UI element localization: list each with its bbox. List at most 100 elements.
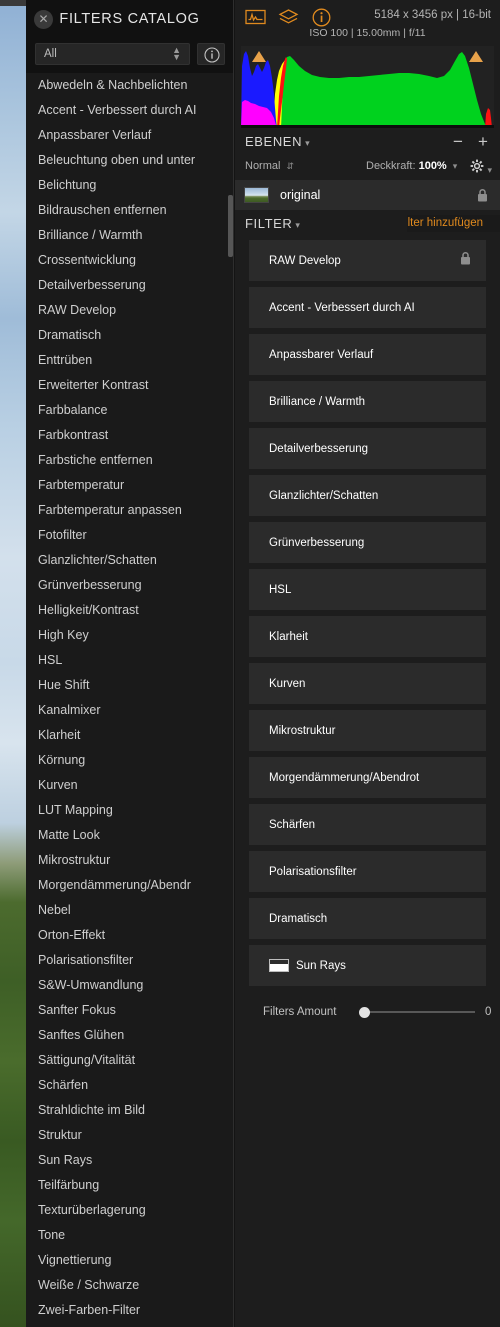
category-select-value: All [44, 48, 57, 60]
catalog-list-item[interactable]: Vignettierung [26, 1248, 234, 1273]
catalog-list-item[interactable]: Erweiterter Kontrast [26, 373, 234, 398]
applied-filters-list[interactable]: RAW Develop Accent - Verbessert durch AI A… [235, 240, 500, 986]
catalog-list-item[interactable]: Strahldichte im Bild [26, 1098, 234, 1123]
applied-filter-row[interactable]: Glanzlichter/Schatten [249, 475, 486, 516]
add-layer-button[interactable]: + [473, 132, 493, 151]
catalog-list-item[interactable]: Accent - Verbessert durch AI [26, 98, 234, 123]
layer-settings-button[interactable]: ▾ [470, 159, 492, 176]
applied-filter-row[interactable]: Polarisationsfilter [249, 851, 486, 892]
catalog-list-item[interactable]: Körnung [26, 748, 234, 773]
clip-warning-right-icon[interactable] [469, 51, 483, 62]
lock-icon[interactable] [476, 188, 489, 208]
filters-catalog-list[interactable]: Abwedeln & Nachbelichten Accent - Verbess… [26, 73, 234, 1327]
applied-filter-row[interactable]: Brilliance / Warmth [249, 381, 486, 422]
catalog-list-item[interactable]: Polarisationsfilter [26, 948, 234, 973]
applied-filter-row[interactable]: Schärfen [249, 804, 486, 845]
catalog-list-item[interactable]: Farbbalance [26, 398, 234, 423]
chevron-down-icon[interactable]: ▾ [295, 220, 300, 230]
catalog-list-item[interactable]: HSL [26, 648, 234, 673]
applied-filter-row[interactable]: Morgendämmerung/Abendrot [249, 757, 486, 798]
catalog-list-item[interactable]: Weiße / Schwarze [26, 1273, 234, 1298]
category-select[interactable]: All ▲ ▼ [35, 43, 190, 65]
catalog-list-item[interactable]: Detailverbesserung [26, 273, 234, 298]
catalog-list-item[interactable]: Orton-Effekt [26, 923, 234, 948]
filters-catalog-title: FILTERS CATALOG [59, 11, 200, 27]
clip-warning-left-icon[interactable] [252, 51, 266, 62]
applied-filter-row[interactable]: Sun Rays [249, 945, 486, 986]
add-filter-button[interactable]: Filter hinzufügen [407, 215, 500, 232]
catalog-list-item[interactable]: Sättigung/Vitalität [26, 1048, 234, 1073]
catalog-list-item[interactable]: LUT Mapping [26, 798, 234, 823]
catalog-list-item[interactable]: Crossentwicklung [26, 248, 234, 273]
catalog-list-item[interactable]: Tone [26, 1223, 234, 1248]
catalog-list-item[interactable]: Sanfter Fokus [26, 998, 234, 1023]
app-window: ✕ FILTERS CATALOG All ▲ ▼ Abwedeln & Nach… [0, 0, 500, 1327]
catalog-list-item[interactable]: Matte Look [26, 823, 234, 848]
applied-filter-row[interactable]: Mikrostruktur [249, 710, 486, 751]
opacity-control[interactable]: Deckkraft: 100% ▾ [366, 160, 457, 172]
catalog-list-item[interactable]: Klarheit [26, 723, 234, 748]
lock-icon[interactable] [459, 251, 472, 271]
catalog-list-item[interactable]: Anpassbarer Verlauf [26, 123, 234, 148]
catalog-list-item[interactable]: Beleuchtung oben und unter [26, 148, 234, 173]
histogram[interactable] [241, 46, 494, 128]
catalog-list-item[interactable]: Schärfen [26, 1073, 234, 1098]
catalog-list-item[interactable]: Texturüberlagerung [26, 1198, 234, 1223]
catalog-list-item[interactable]: Kanalmixer [26, 698, 234, 723]
chevron-down-icon[interactable]: ▾ [305, 138, 310, 148]
catalog-list-item[interactable]: Zwei-Farben-Filter [26, 1298, 234, 1323]
layer-row-original[interactable]: original [235, 180, 500, 210]
histogram-icon[interactable] [245, 7, 266, 28]
catalog-list-item[interactable]: Kurven [26, 773, 234, 798]
catalog-list-item[interactable]: High Key [26, 623, 234, 648]
catalog-list-item[interactable]: Enttrüben [26, 348, 234, 373]
layers-section-header: EBENEN ▾ − + [235, 128, 500, 156]
applied-filter-row[interactable]: RAW Develop [249, 240, 486, 281]
catalog-list-item[interactable]: Brilliance / Warmth [26, 223, 234, 248]
catalog-list-item[interactable]: Farbstiche entfernen [26, 448, 234, 473]
info-icon[interactable] [311, 7, 332, 28]
applied-filter-row[interactable]: Accent - Verbessert durch AI [249, 287, 486, 328]
catalog-list-item[interactable]: Glanzlichter/Schatten [26, 548, 234, 573]
catalog-list-item[interactable]: Sun Rays [26, 1148, 234, 1173]
catalog-list-item[interactable]: Belichtung [26, 173, 234, 198]
catalog-list-item[interactable]: Farbkontrast [26, 423, 234, 448]
remove-layer-button[interactable]: − [448, 132, 468, 151]
catalog-list-item[interactable]: RAW Develop [26, 298, 234, 323]
catalog-info-button[interactable] [197, 43, 225, 65]
catalog-list-item[interactable]: Abwedeln & Nachbelichten [26, 73, 234, 98]
catalog-list-item[interactable]: Teilfärbung [26, 1173, 234, 1198]
blend-mode-select[interactable]: Normal ⇵ [245, 160, 294, 172]
catalog-scrollbar-thumb[interactable] [228, 195, 233, 257]
layer-thumbnail [244, 187, 269, 203]
catalog-list-item[interactable]: Morgendämmerung/Abendr [26, 873, 234, 898]
applied-filter-row[interactable]: Dramatisch [249, 898, 486, 939]
catalog-list-item[interactable]: Farbtemperatur [26, 473, 234, 498]
filters-amount-slider-track[interactable] [364, 1011, 475, 1013]
filter-section-title: FILTER [245, 216, 293, 231]
applied-filter-row[interactable]: Anpassbarer Verlauf [249, 334, 486, 375]
layers-icon[interactable] [278, 7, 299, 28]
catalog-list-item[interactable]: Farbtemperatur anpassen [26, 498, 234, 523]
catalog-list-item[interactable]: Grünverbesserung [26, 573, 234, 598]
catalog-list-item[interactable]: Nebel [26, 898, 234, 923]
catalog-list-item[interactable]: Bildrauschen entfernen [26, 198, 234, 223]
catalog-list-item[interactable]: Fotofilter [26, 523, 234, 548]
catalog-list-item[interactable]: Dramatisch [26, 323, 234, 348]
filters-amount-control[interactable]: Filters Amount 0 [235, 998, 500, 1026]
info-icon [204, 47, 220, 63]
applied-filter-row[interactable]: Kurven [249, 663, 486, 704]
catalog-scrollbar[interactable] [228, 73, 233, 1327]
filters-amount-slider-knob[interactable] [359, 1007, 370, 1018]
catalog-list-item[interactable]: S&W-Umwandlung [26, 973, 234, 998]
catalog-list-item[interactable]: Helligkeit/Kontrast [26, 598, 234, 623]
panel-toggle-icons [245, 7, 332, 28]
applied-filter-row[interactable]: Klarheit [249, 616, 486, 657]
catalog-list-item[interactable]: Sanftes Glühen [26, 1023, 234, 1048]
catalog-list-item[interactable]: Struktur [26, 1123, 234, 1148]
catalog-list-item[interactable]: Mikrostruktur [26, 848, 234, 873]
applied-filter-row[interactable]: Detailverbesserung [249, 428, 486, 469]
catalog-list-item[interactable]: Hue Shift [26, 673, 234, 698]
applied-filter-row[interactable]: HSL [249, 569, 486, 610]
applied-filter-row[interactable]: Grünverbesserung [249, 522, 486, 563]
